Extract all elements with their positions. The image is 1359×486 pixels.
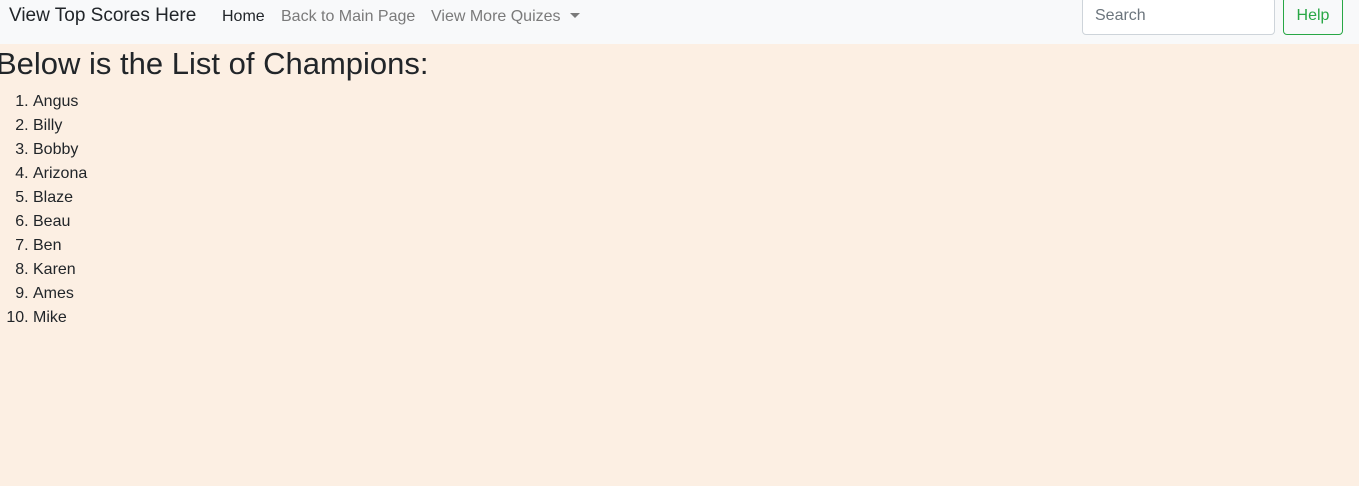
nav-link-home[interactable]: Home xyxy=(222,7,265,26)
caret-down-icon xyxy=(569,13,580,18)
list-item: Ames xyxy=(33,282,87,306)
list-item: Blaze xyxy=(33,186,87,210)
list-item: Angus xyxy=(33,90,87,114)
search-input[interactable] xyxy=(1082,0,1275,35)
list-item: Karen xyxy=(33,258,87,282)
help-button[interactable]: Help xyxy=(1283,0,1343,35)
champions-list: Angus Billy Bobby Arizona Blaze Beau Ben… xyxy=(0,90,87,330)
top-navbar: View Top Scores Here Home Back to Main P… xyxy=(0,0,1359,44)
nav-dropdown-label: View More Quizes xyxy=(431,8,561,25)
navbar-brand[interactable]: View Top Scores Here xyxy=(9,5,196,27)
list-item: Bobby xyxy=(33,138,87,162)
list-item: Ben xyxy=(33,234,87,258)
list-item: Billy xyxy=(33,114,87,138)
list-item: Arizona xyxy=(33,162,87,186)
page-title: Below is the List of Champions: xyxy=(0,46,429,81)
list-item: Mike xyxy=(33,306,87,330)
list-item: Beau xyxy=(33,210,87,234)
nav-dropdown-more-quizzes[interactable]: View More Quizes xyxy=(431,7,580,26)
nav-link-back-to-main[interactable]: Back to Main Page xyxy=(281,7,415,26)
